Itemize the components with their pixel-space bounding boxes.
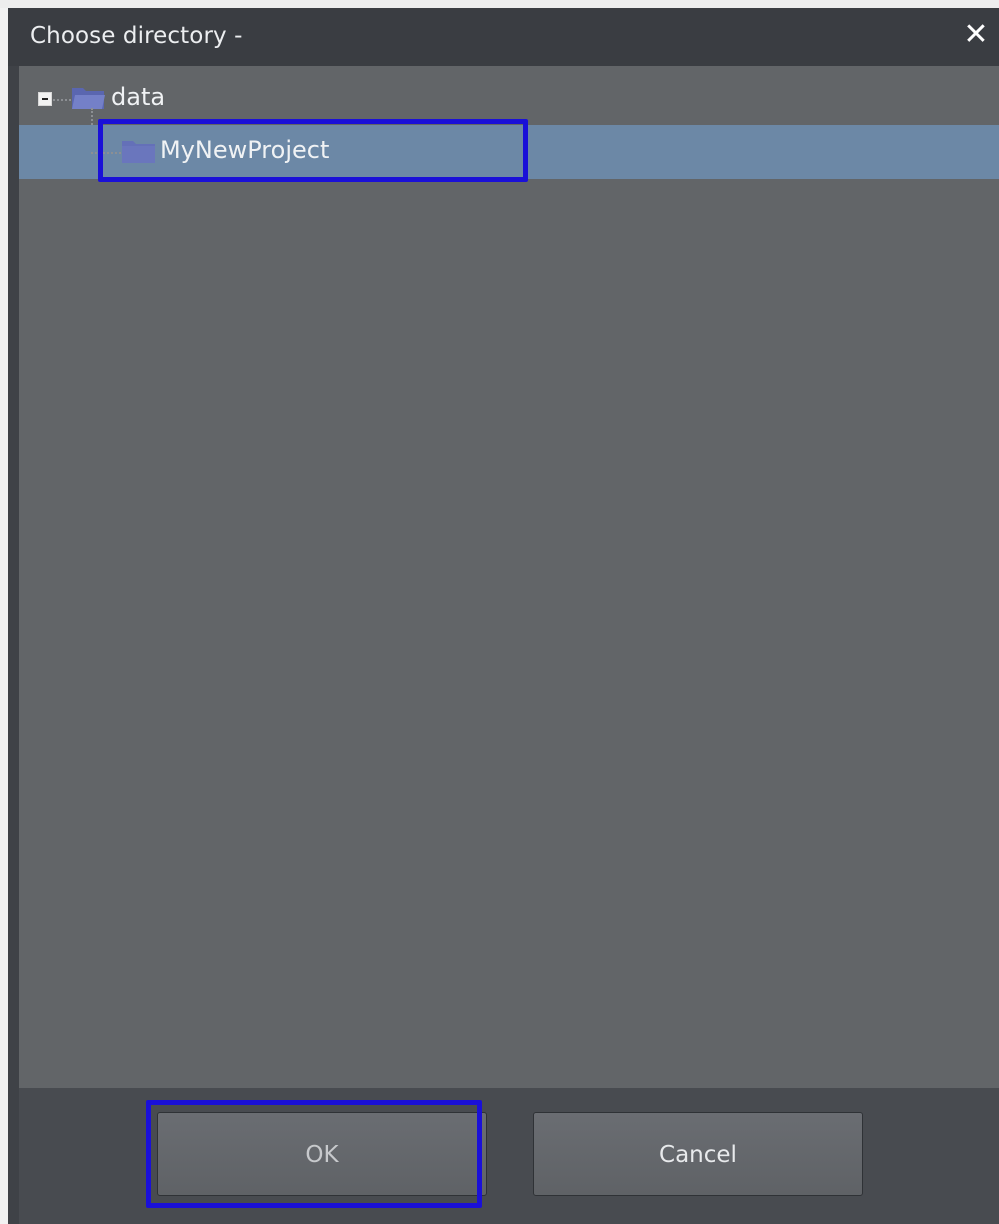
tree-connector-line <box>53 99 71 101</box>
folder-icon <box>122 141 155 163</box>
close-icon[interactable]: ✕ <box>959 18 993 52</box>
dialog-footer: OK Cancel <box>19 1088 999 1224</box>
cancel-button[interactable]: Cancel <box>533 1112 863 1196</box>
dialog-titlebar[interactable]: Choose directory - ✕ <box>8 8 999 66</box>
tree-node-mynewproject[interactable]: MyNewProject <box>19 125 999 179</box>
collapse-minus-icon[interactable] <box>38 92 52 106</box>
ok-button[interactable]: OK <box>157 1112 487 1196</box>
tree-node-label: data <box>111 83 166 111</box>
dialog-title: Choose directory - <box>30 23 243 49</box>
tree-node-data[interactable]: data <box>19 72 999 126</box>
directory-tree[interactable]: data MyNewProject <box>19 66 999 1088</box>
choose-directory-dialog: Choose directory - ✕ data MyNewProject O… <box>8 8 999 1224</box>
tree-node-label: MyNewProject <box>160 136 330 164</box>
background-strip <box>0 0 999 8</box>
folder-open-icon <box>72 88 105 109</box>
tree-connector-line <box>91 152 121 154</box>
